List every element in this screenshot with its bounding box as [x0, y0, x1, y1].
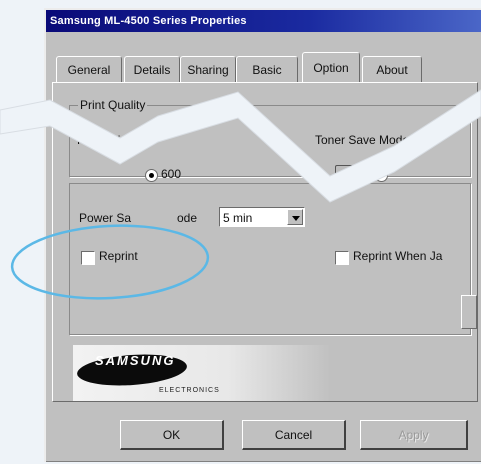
side-button[interactable] [461, 295, 477, 329]
power-save-value: 5 min [223, 211, 253, 225]
logo-brand: SAMSUNG [95, 353, 176, 368]
reprint-label: Reprint [99, 249, 138, 263]
tab-general[interactable]: General [56, 56, 122, 82]
toner-save-radio[interactable] [375, 169, 388, 182]
option-panel: Print Quality Resolution 600 Toner Save … [52, 82, 478, 402]
tab-about[interactable]: About [362, 56, 422, 82]
window-title: Samsung ML-4500 Series Properties [46, 10, 481, 32]
apply-button[interactable]: Apply [360, 420, 468, 450]
cancel-button[interactable]: Cancel [242, 420, 346, 450]
samsung-logo-banner: SAMSUNG ELECTRONICS [73, 345, 331, 401]
resolution-label: Resolution [77, 133, 134, 147]
toner-save-label: Toner Save Mode [315, 133, 410, 147]
properties-window: Samsung ML-4500 Series Properties Genera… [44, 8, 481, 462]
chevron-down-icon[interactable] [287, 209, 303, 225]
resolution-value: 600 [161, 167, 182, 181]
screenshot-stage: Samsung ML-4500 Series Properties Genera… [0, 0, 481, 464]
ok-button[interactable]: OK [120, 420, 224, 450]
tab-basic[interactable]: Basic [236, 56, 298, 82]
print-quality-label: Print Quality [78, 98, 148, 112]
power-save-label-left: Power Sa [79, 211, 132, 225]
reprint-checkbox[interactable] [81, 251, 95, 265]
power-save-select[interactable]: 5 min [219, 207, 305, 227]
power-save-label-right: ode [177, 211, 198, 225]
tab-sharing[interactable]: Sharing [180, 56, 236, 82]
reprint-jam-checkbox[interactable] [335, 251, 349, 265]
tab-option[interactable]: Option [302, 52, 360, 82]
reprint-jam-label: Reprint When Ja [353, 249, 443, 263]
tab-details[interactable]: Details [124, 56, 180, 82]
logo-sub: ELECTRONICS [159, 387, 220, 394]
resolution-radio[interactable] [145, 169, 158, 182]
